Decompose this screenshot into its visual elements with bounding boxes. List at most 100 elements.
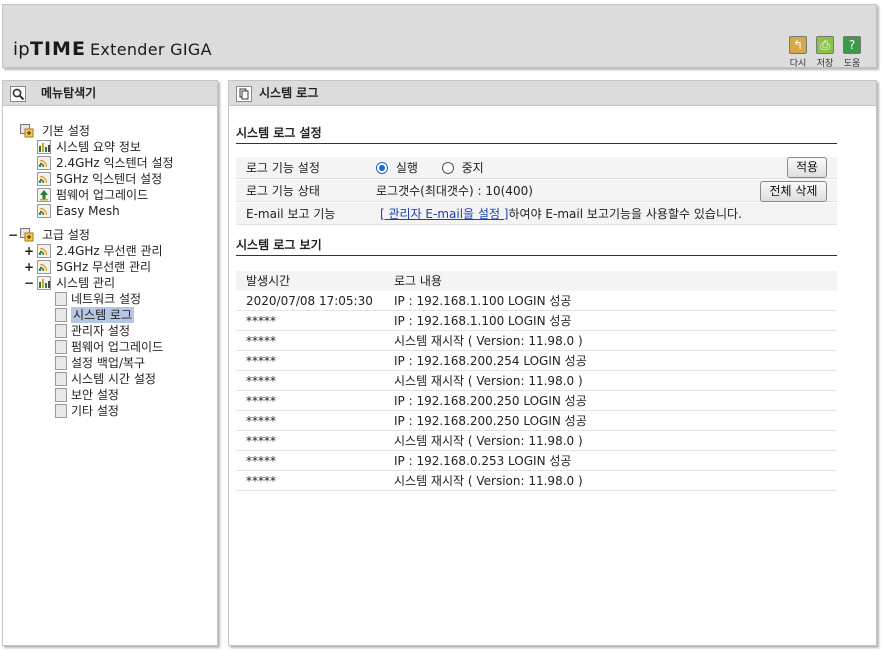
email-report-row: E-mail 보고 기능 [ 관리자 E-mail을 설정 ]하여야 E-mai… bbox=[236, 203, 837, 225]
logo-ip-text: ip bbox=[13, 39, 31, 60]
log-row: 2020/07/08 17:05:30 IP : 192.168.1.100 LO… bbox=[236, 291, 837, 311]
radio-run[interactable] bbox=[376, 162, 388, 174]
wireless-icon bbox=[37, 204, 51, 218]
log-status-label: 로그 기능 상태 bbox=[246, 184, 320, 198]
column-header-content: 로그 내용 bbox=[394, 274, 442, 288]
upgrade-icon bbox=[37, 188, 51, 202]
tree-item-9[interactable]: − 시스템 관리 bbox=[10, 275, 215, 291]
tree-item-12[interactable]: 관리자 설정 bbox=[10, 323, 215, 339]
folder-icon bbox=[20, 124, 34, 138]
log-row: ***** 시스템 재시작 ( Version: 11.98.0 ) bbox=[236, 471, 837, 491]
help-label: 도움 bbox=[843, 59, 861, 69]
tree-item-14[interactable]: 설정 백업/복구 bbox=[10, 355, 215, 371]
tree-item-10[interactable]: 네트워크 설정 bbox=[10, 291, 215, 307]
tree-item-label[interactable]: 펌웨어 업그레이드 bbox=[71, 339, 163, 355]
tree-item-17[interactable]: 기타 설정 bbox=[10, 403, 215, 419]
page-icon bbox=[55, 388, 69, 402]
tree-item-label[interactable]: 보안 설정 bbox=[71, 387, 119, 403]
save-button[interactable]: ⎙ 저장 bbox=[813, 36, 837, 69]
tree-item-6[interactable]: − 고급 설정 bbox=[8, 227, 215, 243]
chart-icon bbox=[37, 276, 51, 290]
column-header-time: 발생시간 bbox=[246, 274, 291, 288]
log-message: IP : 192.168.1.100 LOGIN 성공 bbox=[394, 314, 572, 328]
tree-item-2[interactable]: 2.4GHz 익스텐더 설정 bbox=[10, 155, 215, 171]
tree-item-label[interactable]: 2.4GHz 무선랜 관리 bbox=[56, 243, 163, 259]
apply-button[interactable]: 적용 bbox=[787, 157, 827, 178]
tree-item-label[interactable]: 시스템 요약 정보 bbox=[56, 139, 141, 155]
log-time: ***** bbox=[246, 354, 276, 368]
log-message: IP : 192.168.200.254 LOGIN 성공 bbox=[394, 354, 587, 368]
radio-run-label[interactable]: 실행 bbox=[396, 161, 418, 175]
delete-all-button[interactable]: 전체 삭제 bbox=[760, 181, 827, 202]
tree-item-16[interactable]: 보안 설정 bbox=[10, 387, 215, 403]
tree-item-label[interactable]: 시스템 관리 bbox=[56, 275, 115, 291]
tree-item-3[interactable]: 5GHz 익스텐더 설정 bbox=[10, 171, 215, 187]
tree-item-label[interactable]: 5GHz 익스텐더 설정 bbox=[56, 171, 162, 187]
tree-item-label[interactable]: 기본 설정 bbox=[42, 123, 90, 139]
menu-explorer-panel: 메뉴탐색기 기본 설정 시스템 요약 정보 2.4GHz 익스텐더 설정 5GHz 익… bbox=[2, 80, 218, 646]
log-time: ***** bbox=[246, 414, 276, 428]
undo-button[interactable]: ↰ 다시 bbox=[786, 36, 810, 69]
log-row: ***** 시스템 재시작 ( Version: 11.98.0 ) bbox=[236, 431, 837, 451]
tree-item-7[interactable]: +2.4GHz 무선랜 관리 bbox=[10, 243, 215, 259]
system-log-panel: 시스템 로그 시스템 로그 설정 로그 기능 설정 실행 중지 적용 로그 기능… bbox=[228, 80, 877, 646]
log-message: IP : 192.168.1.100 LOGIN 성공 bbox=[394, 294, 572, 308]
iptime-logo: ipTIME Extender GIGA bbox=[13, 38, 212, 60]
tree-item-label[interactable]: 5GHz 무선랜 관리 bbox=[56, 259, 151, 275]
tree-item-label[interactable]: 고급 설정 bbox=[42, 227, 90, 243]
tree-item-label[interactable]: 2.4GHz 익스텐더 설정 bbox=[56, 155, 174, 171]
help-button[interactable]: ? 도움 bbox=[840, 36, 864, 69]
log-function-label: 로그 기능 설정 bbox=[246, 161, 320, 175]
radio-stop-label[interactable]: 중지 bbox=[462, 161, 484, 175]
page-title: 시스템 로그 bbox=[259, 86, 319, 100]
tree-item-0[interactable]: 기본 설정 bbox=[10, 123, 215, 139]
wireless-icon bbox=[37, 244, 51, 258]
log-status-row: 로그 기능 상태 로그갯수(최대갯수) : 10(400) 전체 삭제 bbox=[236, 180, 837, 202]
log-message: 시스템 재시작 ( Version: 11.98.0 ) bbox=[394, 434, 583, 448]
log-row: ***** 시스템 재시작 ( Version: 11.98.0 ) bbox=[236, 331, 837, 351]
tree-item-label[interactable]: 펌웨어 업그레이드 bbox=[56, 187, 148, 203]
tree-item-label[interactable]: Easy Mesh bbox=[56, 203, 120, 219]
page-header: 시스템 로그 bbox=[229, 81, 876, 106]
tree-item-1[interactable]: 시스템 요약 정보 bbox=[10, 139, 215, 155]
log-time: ***** bbox=[246, 314, 276, 328]
tree-item-label[interactable]: 네트워크 설정 bbox=[71, 291, 141, 307]
log-message: IP : 192.168.0.253 LOGIN 성공 bbox=[394, 454, 572, 468]
email-report-label: E-mail 보고 기능 bbox=[246, 207, 336, 221]
page-icon bbox=[55, 308, 69, 322]
page-icon bbox=[55, 372, 69, 386]
tree-item-label[interactable]: 기타 설정 bbox=[71, 403, 119, 419]
page-icon bbox=[55, 324, 69, 338]
radio-stop[interactable] bbox=[441, 162, 454, 174]
tree-item-4[interactable]: 펌웨어 업그레이드 bbox=[10, 187, 215, 203]
log-row: ***** IP : 192.168.200.250 LOGIN 성공 bbox=[236, 391, 837, 411]
tree-item-15[interactable]: 시스템 시간 설정 bbox=[10, 371, 215, 387]
magnifier-icon bbox=[10, 86, 26, 102]
top-header: ipTIME Extender GIGA ↰ 다시 ⎙ 저장? 도움 bbox=[2, 4, 877, 69]
wireless-icon bbox=[37, 260, 51, 274]
collapse-toggle[interactable]: − bbox=[8, 227, 18, 243]
log-time: ***** bbox=[246, 474, 276, 488]
expand-toggle[interactable]: + bbox=[24, 259, 34, 275]
chart-icon bbox=[37, 140, 51, 154]
tree-item-label[interactable]: 시스템 로그 bbox=[71, 307, 135, 323]
admin-email-link[interactable]: [ 관리자 E-mail을 설정 ] bbox=[380, 207, 509, 221]
tree-item-11[interactable]: 시스템 로그 bbox=[10, 307, 215, 323]
log-time: 2020/07/08 17:05:30 bbox=[246, 294, 373, 308]
email-report-value: [ 관리자 E-mail을 설정 ]하여야 E-mail 보고기능을 사용할수 … bbox=[380, 203, 742, 225]
log-function-row: 로그 기능 설정 실행 중지 적용 bbox=[236, 157, 837, 179]
tree-item-label[interactable]: 시스템 시간 설정 bbox=[71, 371, 156, 387]
collapse-toggle[interactable]: − bbox=[24, 275, 34, 291]
tree-item-label[interactable]: 설정 백업/복구 bbox=[71, 355, 145, 371]
tree-item-13[interactable]: 펌웨어 업그레이드 bbox=[10, 339, 215, 355]
undo-label: 다시 bbox=[789, 59, 807, 69]
tree-item-5[interactable]: Easy Mesh bbox=[10, 203, 215, 219]
page-icon bbox=[55, 340, 69, 354]
log-row: ***** 시스템 재시작 ( Version: 11.98.0 ) bbox=[236, 371, 837, 391]
log-message: 시스템 재시작 ( Version: 11.98.0 ) bbox=[394, 334, 583, 348]
tree-item-8[interactable]: +5GHz 무선랜 관리 bbox=[10, 259, 215, 275]
page-icon bbox=[55, 356, 69, 370]
email-report-text: 하여야 E-mail 보고기능을 사용할수 있습니다. bbox=[508, 207, 742, 221]
tree-item-label[interactable]: 관리자 설정 bbox=[71, 323, 130, 339]
expand-toggle[interactable]: + bbox=[24, 243, 34, 259]
